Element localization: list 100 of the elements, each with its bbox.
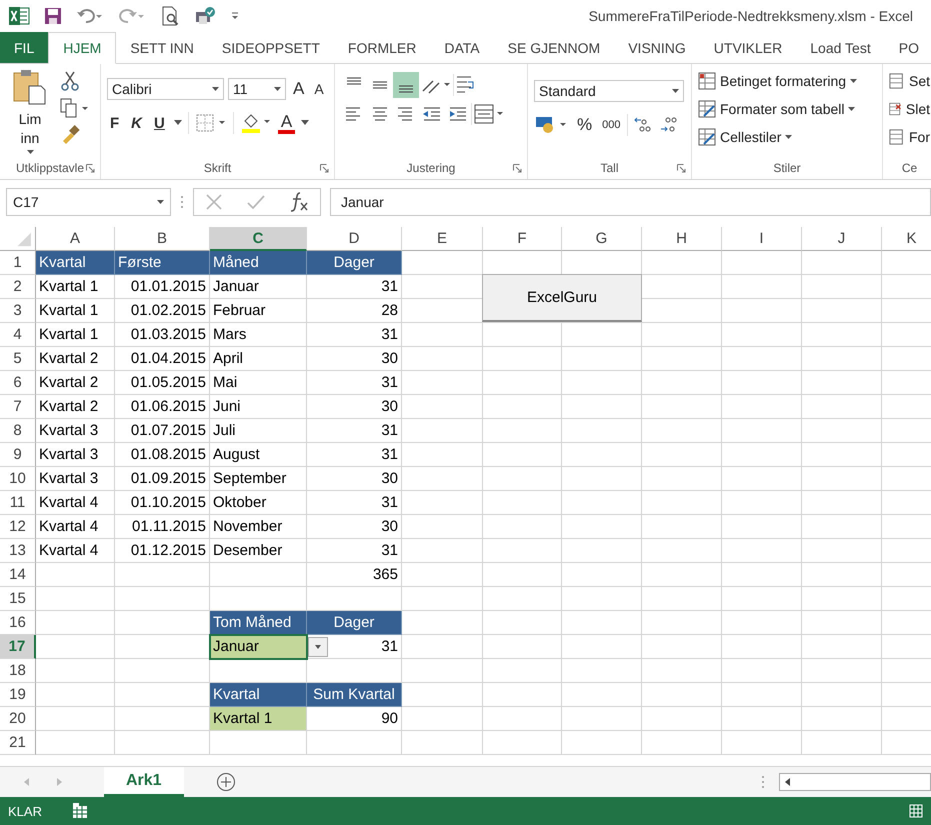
merge-cells-icon[interactable] xyxy=(472,102,506,126)
bottom-align-icon[interactable] xyxy=(393,72,419,98)
bold-button[interactable]: F xyxy=(107,114,122,132)
table-cell[interactable]: 01.10.2015 xyxy=(115,491,210,515)
ribbon-tab[interactable]: SETT INN xyxy=(116,32,208,63)
table-cell[interactable]: Kvartal 3 xyxy=(36,467,115,491)
excelguru-button[interactable]: ExcelGuru xyxy=(482,274,642,322)
table-cell[interactable]: 01.12.2015 xyxy=(115,539,210,563)
caret-icon[interactable] xyxy=(26,150,34,155)
dialog-launcher-icon[interactable] xyxy=(320,164,329,173)
copy-icon[interactable] xyxy=(60,98,90,118)
name-box[interactable]: C17 xyxy=(6,188,171,216)
table-cell[interactable]: 01.06.2015 xyxy=(115,395,210,419)
table-cell[interactable]: 01.05.2015 xyxy=(115,371,210,395)
percent-button[interactable]: % xyxy=(574,115,596,135)
table-cell[interactable]: Desember xyxy=(210,539,307,563)
table-cell[interactable]: Juli xyxy=(210,419,307,443)
caret-icon[interactable] xyxy=(174,120,182,126)
table-cell[interactable]: 30 xyxy=(307,467,402,491)
table-cell[interactable]: Tom Måned xyxy=(210,611,307,635)
paste-button[interactable]: Lim inn xyxy=(6,68,54,155)
table-cell[interactable]: 31 xyxy=(307,419,402,443)
sheet-tab[interactable]: Ark1 xyxy=(104,767,184,797)
insert-function-icon[interactable] xyxy=(288,191,310,213)
new-sheet-icon[interactable] xyxy=(216,772,236,792)
table-cell[interactable]: 28 xyxy=(307,299,402,323)
table-cell[interactable]: Dager xyxy=(307,611,402,635)
table-cell[interactable]: Kvartal 1 xyxy=(36,299,115,323)
table-cell[interactable]: 01.07.2015 xyxy=(115,419,210,443)
ribbon-tab[interactable]: VISNING xyxy=(614,32,700,63)
table-cell[interactable]: Januar xyxy=(210,275,307,299)
caret-icon[interactable] xyxy=(212,86,219,92)
table-cell[interactable]: 31 xyxy=(307,635,402,659)
table-cell[interactable]: 30 xyxy=(307,347,402,371)
grow-font-button[interactable]: A xyxy=(290,79,308,99)
table-cell[interactable]: Kvartal 1 xyxy=(36,275,115,299)
formula-field[interactable]: Januar xyxy=(330,188,931,216)
fill-color-icon[interactable] xyxy=(240,112,272,134)
table-cell[interactable]: 30 xyxy=(307,515,402,539)
column-header[interactable]: C xyxy=(210,227,307,251)
table-cell[interactable]: Kvartal 4 xyxy=(36,515,115,539)
customize-toolbar-icon[interactable] xyxy=(230,10,240,22)
caret-icon[interactable] xyxy=(785,134,792,140)
table-cell[interactable]: Kvartal 4 xyxy=(36,539,115,563)
table-cell[interactable]: Sum Kvartal xyxy=(307,683,402,707)
format-as-table-button[interactable]: Formater som tabell xyxy=(698,96,876,122)
dialog-launcher-icon[interactable] xyxy=(513,164,522,173)
save-icon[interactable] xyxy=(44,7,62,25)
thousands-separator-button[interactable]: 000 xyxy=(599,119,624,131)
table-cell[interactable]: 31 xyxy=(307,323,402,347)
table-cell[interactable]: August xyxy=(210,443,307,467)
table-cell[interactable]: Juni xyxy=(210,395,307,419)
table-cell[interactable]: Første xyxy=(115,251,210,275)
table-cell[interactable]: 31 xyxy=(307,275,402,299)
table-cell[interactable]: 30 xyxy=(307,395,402,419)
table-cell[interactable]: Kvartal xyxy=(36,251,115,275)
table-cell[interactable]: Måned xyxy=(210,251,307,275)
borders-icon[interactable] xyxy=(194,113,227,133)
table-cell[interactable]: Kvartal 1 xyxy=(36,323,115,347)
cell-styles-button[interactable]: Cellestiler xyxy=(698,124,876,150)
ribbon-tab[interactable]: FORMLER xyxy=(334,32,430,63)
table-format-icon[interactable] xyxy=(698,128,716,146)
table-cell[interactable]: Oktober xyxy=(210,491,307,515)
table-format-icon[interactable] xyxy=(698,100,716,118)
table-cell[interactable]: Kvartal 1 xyxy=(210,707,307,731)
ribbon-tab[interactable]: HJEM xyxy=(48,32,116,64)
table-cell[interactable]: Februar xyxy=(210,299,307,323)
ribbon-tab[interactable]: SE GJENNOM xyxy=(494,32,614,63)
table-cell[interactable]: 31 xyxy=(307,443,402,467)
normal-view-icon[interactable] xyxy=(909,804,923,818)
dialog-launcher-icon[interactable] xyxy=(86,164,95,173)
scroll-left-icon[interactable] xyxy=(784,777,792,787)
ribbon-tab[interactable]: PO xyxy=(884,32,931,63)
table-cell[interactable]: Kvartal xyxy=(210,683,307,707)
table-cell[interactable]: Kvartal 4 xyxy=(36,491,115,515)
caret-icon[interactable] xyxy=(274,86,281,92)
font-color-button[interactable]: A xyxy=(278,112,296,134)
table-format-icon[interactable] xyxy=(698,72,716,90)
table-cell[interactable]: 31 xyxy=(307,491,402,515)
table-cell[interactable]: Kvartal 2 xyxy=(36,347,115,371)
undo-icon[interactable] xyxy=(76,7,104,25)
ribbon-tab[interactable]: SIDEOPPSETT xyxy=(208,32,334,63)
table-cell[interactable]: Mars xyxy=(210,323,307,347)
ribbon-tab[interactable]: UTVIKLER xyxy=(700,32,796,63)
font-name-field[interactable]: Calibri xyxy=(107,78,224,100)
delete-cells-button[interactable]: Slet xyxy=(889,96,930,122)
sync-icon[interactable] xyxy=(194,6,216,26)
scissors-icon[interactable] xyxy=(60,70,80,92)
caret-icon[interactable] xyxy=(850,78,858,84)
table-cell[interactable]: 365 xyxy=(307,563,402,587)
table-cell[interactable]: 90 xyxy=(307,707,402,731)
table-cell[interactable]: 31 xyxy=(307,371,402,395)
file-tab[interactable]: FIL xyxy=(0,32,48,63)
caret-icon[interactable] xyxy=(672,88,679,94)
italic-button[interactable]: K xyxy=(128,114,146,132)
table-cell[interactable]: September xyxy=(210,467,307,491)
table-cell[interactable]: Mai xyxy=(210,371,307,395)
horizontal-scrollbar[interactable] xyxy=(779,773,931,791)
font-size-field[interactable]: 11 xyxy=(228,78,286,100)
shrink-font-button[interactable]: A xyxy=(311,81,327,97)
